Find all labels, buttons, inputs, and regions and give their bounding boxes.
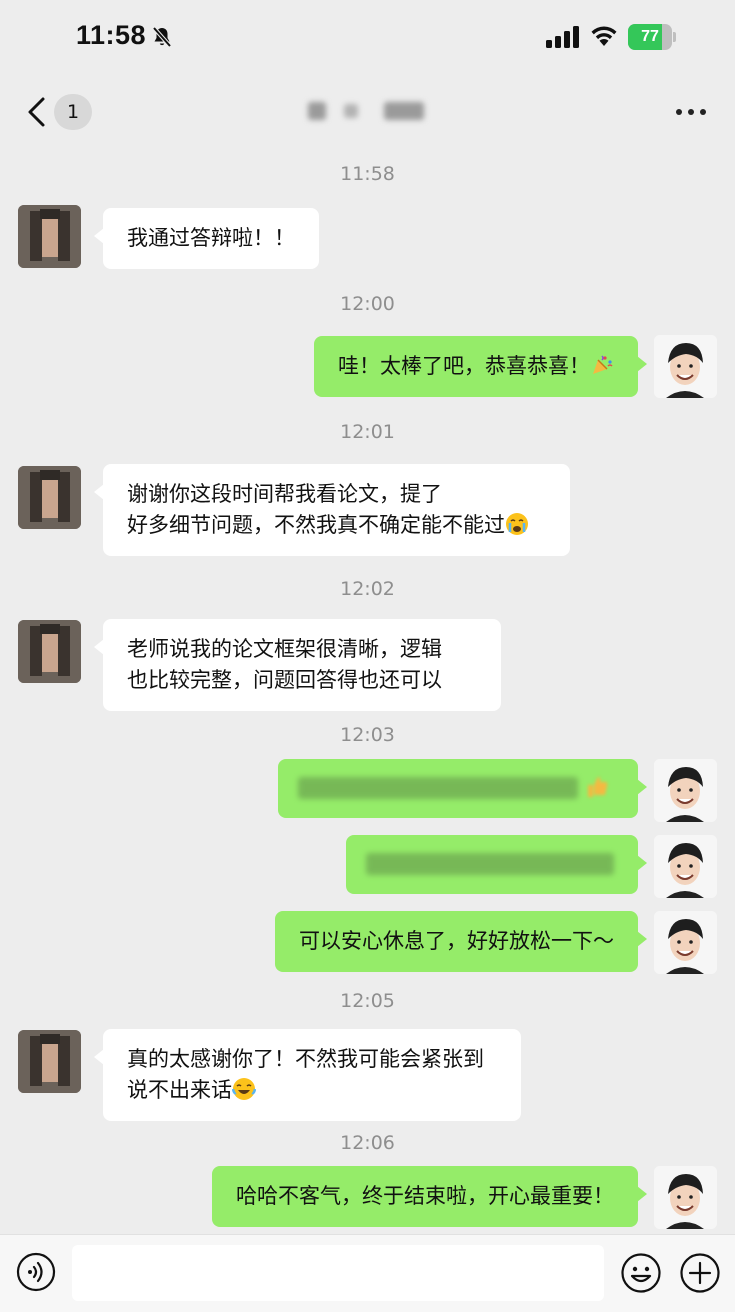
message-timestamp: 11:58	[340, 163, 395, 185]
contact-avatar[interactable]	[18, 620, 81, 683]
my-avatar[interactable]	[654, 1166, 717, 1229]
message-text: 老师说我的论文框架很清晰，逻辑	[127, 637, 442, 661]
crying-face-emoji	[506, 513, 528, 535]
message-text: 可以安心休息了，好好放松一下～	[299, 929, 614, 953]
message-bubble-outgoing[interactable]: 哇！太棒了吧，恭喜恭喜！	[314, 336, 647, 397]
message-text: 哈哈不客气，终于结束啦，开心最重要！	[236, 1184, 614, 1208]
back-button[interactable]: 1	[26, 94, 96, 130]
message-input[interactable]	[72, 1245, 604, 1301]
message-timestamp: 12:03	[340, 724, 395, 746]
message-timestamp: 12:06	[340, 1132, 395, 1154]
message-bubble-outgoing-redacted[interactable]	[278, 759, 647, 818]
unread-count-badge: 1	[54, 94, 92, 130]
message-bubble-outgoing[interactable]: 可以安心休息了，好好放松一下～	[275, 911, 647, 972]
tears-of-joy-emoji	[232, 1078, 256, 1100]
thumbs-up-emoji	[588, 777, 608, 797]
message-text: 谢谢你这段时间帮我看论文，提了	[127, 482, 442, 506]
message-timestamp: 12:00	[340, 293, 395, 315]
mute-bell-icon	[152, 26, 172, 48]
message-text: 好多细节问题，不然我真不确定能不能过	[127, 513, 505, 537]
message-timestamp: 12:02	[340, 578, 395, 600]
message-bubble-incoming[interactable]: 老师说我的论文框架很清晰，逻辑 也比较完整，问题回答得也还可以	[94, 619, 501, 711]
add-attachment-icon[interactable]	[679, 1252, 721, 1294]
contact-avatar[interactable]	[18, 205, 81, 268]
message-bubble-incoming[interactable]: 我通过答辩啦！！	[94, 208, 319, 269]
voice-input-icon[interactable]	[16, 1252, 56, 1292]
more-options-button[interactable]	[674, 96, 710, 126]
message-text: 我通过答辩啦！！	[127, 226, 295, 250]
message-bubble-outgoing-redacted[interactable]	[346, 835, 647, 894]
redacted-text	[298, 777, 614, 799]
party-popper-emoji	[593, 355, 613, 374]
message-timestamp: 12:05	[340, 990, 395, 1012]
status-time: 11:58	[76, 20, 147, 50]
my-avatar[interactable]	[654, 335, 717, 398]
message-bubble-incoming[interactable]: 真的太感谢你了！不然我可能会紧张到 说不出来话	[94, 1029, 521, 1121]
message-bubble-outgoing[interactable]: 哈哈不客气，终于结束啦，开心最重要！	[212, 1166, 647, 1227]
chat-header: 1	[0, 80, 735, 142]
wifi-icon	[591, 26, 617, 46]
contact-avatar[interactable]	[18, 466, 81, 529]
battery-percent: 77	[641, 28, 659, 45]
message-text: 也比较完整，问题回答得也还可以	[127, 668, 442, 692]
message-text: 哇！太棒了吧，恭喜恭喜！	[338, 354, 590, 378]
battery-indicator: 77	[628, 24, 676, 50]
emoji-picker-icon[interactable]	[620, 1252, 662, 1294]
message-bubble-incoming[interactable]: 谢谢你这段时间帮我看论文，提了 好多细节问题，不然我真不确定能不能过	[94, 464, 570, 556]
input-bar	[0, 1234, 735, 1312]
my-avatar[interactable]	[654, 911, 717, 974]
status-bar: 11:58 77	[0, 0, 735, 76]
my-avatar[interactable]	[654, 835, 717, 898]
contact-name-redacted	[300, 96, 445, 126]
contact-avatar[interactable]	[18, 1030, 81, 1093]
redacted-text	[366, 853, 614, 875]
chevron-left-icon	[28, 97, 45, 127]
message-timestamp: 12:01	[340, 421, 395, 443]
message-text: 真的太感谢你了！不然我可能会紧张到	[127, 1047, 484, 1071]
cellular-signal-icon	[546, 26, 579, 48]
my-avatar[interactable]	[654, 759, 717, 822]
message-text: 说不出来话	[127, 1078, 232, 1102]
